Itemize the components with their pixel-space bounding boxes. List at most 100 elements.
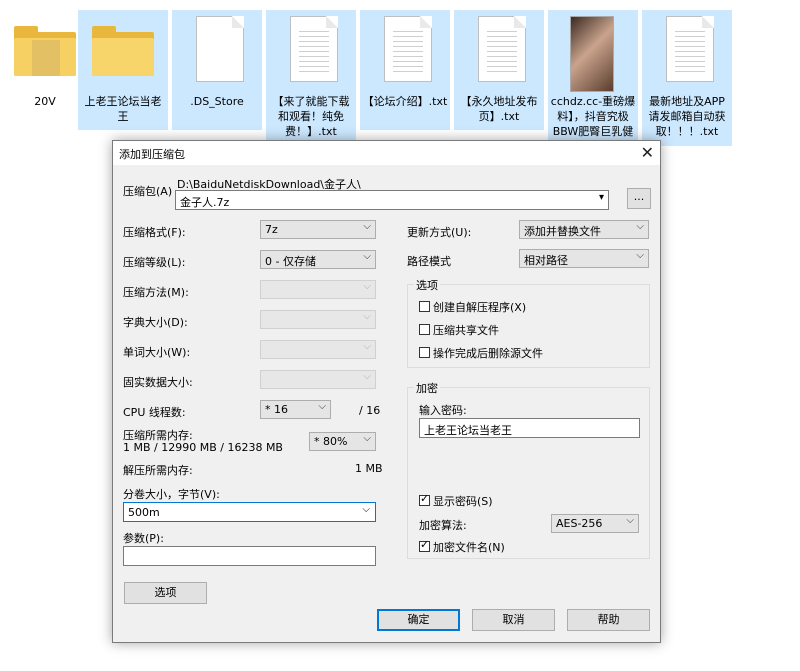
text-file-icon	[478, 16, 526, 82]
encrypt-names-checkbox[interactable]	[419, 538, 430, 552]
file-tile-txt-3[interactable]: 【永久地址发布页】.txt	[454, 10, 544, 130]
cancel-button[interactable]: 取消	[472, 609, 555, 631]
update-label: 更新方式(U):	[407, 226, 472, 239]
chevron-down-icon: ⌵	[363, 371, 371, 382]
format-value: 7z	[265, 223, 278, 236]
options-group-title: 选项	[414, 277, 440, 293]
sfx-label: 创建自解压程序(X)	[433, 301, 527, 314]
word-select: ⌵	[260, 340, 376, 359]
volume-combo[interactable]: 500m ⌵	[123, 502, 376, 522]
help-button[interactable]: 帮助	[567, 609, 650, 631]
dict-label: 字典大小(D):	[123, 316, 188, 329]
ok-button[interactable]: 确定	[377, 609, 460, 631]
update-select[interactable]: 添加并替换文件 ⌵	[519, 220, 649, 239]
params-input[interactable]	[123, 546, 376, 566]
file-tile-txt-4[interactable]: 最新地址及APP请发邮箱自动获取！！！.txt	[642, 10, 732, 146]
level-label: 压缩等级(L):	[123, 256, 186, 269]
method-select: ⌵	[260, 280, 376, 299]
chevron-down-icon: ⌵	[363, 433, 371, 444]
archive-name-value: 金子人.7z	[180, 196, 230, 209]
chevron-down-icon: ⌵	[363, 341, 371, 352]
options-button[interactable]: 选项	[124, 582, 207, 604]
level-select[interactable]: 0 - 仅存储 ⌵	[260, 250, 376, 269]
file-tile-ds-store[interactable]: .DS_Store	[172, 10, 262, 130]
chevron-down-icon[interactable]: ▾	[599, 192, 604, 203]
file-label: 上老王论坛当老王	[84, 95, 162, 123]
file-label: 【永久地址发布页】.txt	[460, 95, 538, 123]
word-label: 单词大小(W):	[123, 346, 191, 359]
video-thumbnail-icon	[570, 16, 614, 92]
password-value: 上老王论坛当老王	[424, 424, 512, 437]
browse-button[interactable]: ...	[627, 188, 651, 209]
chevron-down-icon: ⌵	[318, 401, 326, 412]
format-select[interactable]: 7z ⌵	[260, 220, 376, 239]
chevron-down-icon: ⌵	[363, 221, 371, 232]
file-tile-20v[interactable]: 20V	[0, 10, 90, 130]
format-label: 压缩格式(F):	[123, 226, 186, 239]
file-tile-txt-2[interactable]: 【论坛介绍】.txt	[360, 10, 450, 130]
mem-percent-value: * 80%	[314, 435, 348, 448]
decomp-label: 解压所需内存:	[123, 464, 193, 477]
dict-select: ⌵	[260, 310, 376, 329]
threads-label: CPU 线程数:	[123, 406, 186, 419]
folder-icon	[14, 26, 76, 76]
options-group: 选项 创建自解压程序(X) 压缩共享文件 操作完成后删除源文件	[407, 277, 650, 368]
chevron-down-icon: ⌵	[363, 251, 371, 262]
enc-method-select[interactable]: AES-256 ⌵	[551, 514, 639, 533]
threads-value: * 16	[265, 403, 288, 416]
file-label: 最新地址及APP请发邮箱自动获取！！！.txt	[648, 95, 726, 138]
file-label: 20V	[34, 95, 56, 108]
chevron-down-icon: ⌵	[626, 515, 634, 526]
threads-max: / 16	[359, 404, 381, 417]
chevron-down-icon: ⌵	[363, 281, 371, 292]
mem-percent-select[interactable]: * 80% ⌵	[309, 432, 376, 451]
password-label: 输入密码:	[419, 404, 467, 417]
file-tile-txt-1[interactable]: 【来了就能下载和观看！纯免费！】.txt	[266, 10, 356, 146]
file-label: 【论坛介绍】.txt	[362, 95, 448, 108]
password-input[interactable]: 上老王论坛当老王	[419, 418, 640, 438]
encrypt-names-label: 加密文件名(N)	[433, 541, 505, 554]
file-label: 【来了就能下载和观看！纯免费！】.txt	[272, 95, 350, 138]
shared-checkbox[interactable]	[419, 324, 430, 335]
show-password-label: 显示密码(S)	[433, 495, 493, 508]
volume-value: 500m	[128, 506, 160, 519]
file-tile-folder[interactable]: 上老王论坛当老王	[78, 10, 168, 130]
path-select[interactable]: 相对路径 ⌵	[519, 249, 649, 268]
enc-method-label: 加密算法:	[419, 519, 467, 532]
close-icon[interactable]: ✕	[641, 143, 654, 162]
method-label: 压缩方法(M):	[123, 286, 189, 299]
chevron-down-icon: ⌵	[363, 311, 371, 322]
dialog-title: 添加到压缩包	[119, 148, 185, 161]
archive-name-combo[interactable]: 金子人.7z ▾	[175, 190, 609, 210]
show-password-checkbox[interactable]	[419, 492, 430, 506]
encryption-group: 加密 输入密码: 上老王论坛当老王 显示密码(S) 加密算法: AES-256 …	[407, 380, 650, 559]
file-label: cchdz.cc-重磅爆料】，抖音究极BBW肥臀巨乳健	[550, 95, 636, 138]
volume-label: 分卷大小，字节(V):	[123, 488, 220, 501]
file-icon	[196, 16, 244, 82]
file-tile-video[interactable]: cchdz.cc-重磅爆料】，抖音究极BBW肥臀巨乳健	[548, 10, 638, 146]
solid-select: ⌵	[260, 370, 376, 389]
path-value: 相对路径	[524, 254, 568, 267]
delete-label: 操作完成后删除源文件	[433, 347, 543, 360]
file-label: .DS_Store	[190, 95, 244, 108]
mem-value: 1 MB / 12990 MB / 16238 MB	[123, 441, 283, 454]
decomp-value: 1 MB	[355, 462, 383, 475]
encryption-group-title: 加密	[414, 380, 440, 396]
chevron-down-icon: ⌵	[636, 221, 644, 232]
chevron-down-icon[interactable]: ⌵	[362, 504, 370, 515]
update-value: 添加并替换文件	[524, 225, 601, 238]
dialog-titlebar: 添加到压缩包 ✕	[113, 141, 660, 165]
add-to-archive-dialog: 添加到压缩包 ✕ 压缩包(A) D:\BaiduNetdiskDownload\…	[112, 140, 661, 643]
text-file-icon	[290, 16, 338, 82]
path-label: 路径模式	[407, 255, 451, 268]
sfx-checkbox[interactable]	[419, 301, 430, 312]
text-file-icon	[666, 16, 714, 82]
archive-label: 压缩包(A)	[123, 185, 173, 198]
chevron-down-icon: ⌵	[636, 250, 644, 261]
delete-checkbox[interactable]	[419, 347, 430, 358]
params-label: 参数(P):	[123, 532, 164, 545]
level-value: 0 - 仅存储	[265, 255, 316, 268]
threads-select[interactable]: * 16 ⌵	[260, 400, 331, 419]
shared-label: 压缩共享文件	[433, 324, 499, 337]
folder-icon	[92, 26, 154, 76]
